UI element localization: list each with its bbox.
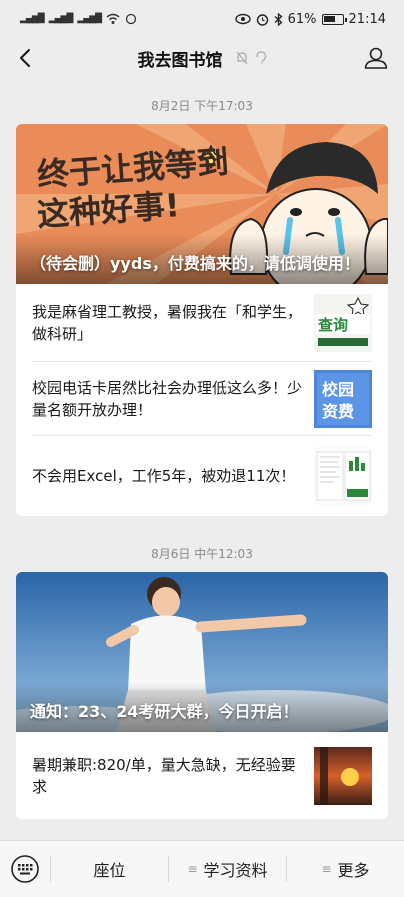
- thumbnail-text-line1: 校园: [322, 380, 354, 399]
- signal-icon: ▂▄▆█: [77, 14, 102, 24]
- menu-item-study-materials[interactable]: ≡ 学习资料: [169, 841, 286, 897]
- article-card: 终于让我等到 这种好事! （待会删）yyds，付费搞来的，请低调使用！ 我是麻省…: [16, 124, 388, 516]
- article-card: 通知：23、24考研大群，今日开启！ 暑期兼职:820/单，量大急缺，无经验要求: [16, 572, 388, 819]
- submenu-icon: ≡: [321, 862, 332, 876]
- signal-icon: ▂▄▆█: [20, 14, 45, 24]
- status-bar: ▂▄▆█ ▂▄▆█ ▂▄▆█ 61% 21:14: [0, 0, 404, 38]
- profile-icon[interactable]: [362, 44, 390, 72]
- submenu-icon: ≡: [187, 862, 198, 876]
- article-title: 暑期兼职:820/单，量大急缺，无经验要求: [32, 755, 296, 796]
- message-timestamp: 8月6日 中午12:03: [151, 547, 253, 561]
- message-timestamp: 8月2日 下午17:03: [151, 99, 253, 113]
- list-item[interactable]: 我是麻省理工教授，暑假我在「和学生，做科研」 查询: [16, 284, 388, 362]
- status-bar-left: ▂▄▆█ ▂▄▆█ ▂▄▆█: [20, 13, 137, 25]
- menu-item-label: 学习资料: [203, 861, 268, 880]
- battery-percent: 61%: [287, 11, 317, 27]
- battery-icon: [321, 13, 347, 25]
- article-thumbnail: 查询: [314, 294, 372, 352]
- article-thumbnail: 校园 资费: [314, 370, 372, 428]
- page-title: 我去图书馆: [137, 50, 223, 71]
- mute-bell-icon: [236, 51, 247, 65]
- back-button[interactable]: [10, 42, 40, 74]
- nav-bar: 我去图书馆: [0, 38, 404, 78]
- thumbnail-text-line2: 资费: [322, 402, 354, 421]
- menu-item-label: 座位: [93, 861, 126, 880]
- chevron-left-icon: [20, 49, 30, 67]
- article-title: 不会用Excel，工作5年，被劝退11次！: [32, 467, 296, 485]
- article-cover[interactable]: 终于让我等到 这种好事! （待会删）yyds，付费搞来的，请低调使用！: [16, 124, 388, 284]
- loading-icon: [125, 13, 137, 25]
- status-bar-right: 61% 21:14: [234, 11, 386, 27]
- article-thumbnail: [314, 746, 372, 805]
- wifi-icon: [106, 13, 120, 24]
- ear-icon: [255, 51, 266, 64]
- eye-icon: [234, 13, 251, 25]
- list-item[interactable]: 暑期兼职:820/单，量大急缺，无经验要求: [16, 732, 388, 819]
- keyboard-icon: [11, 855, 39, 883]
- cover-caption: （待会删）yyds，付费搞来的，请低调使用！: [30, 254, 360, 273]
- menu-item-seat[interactable]: 座位: [51, 841, 168, 897]
- cover-caption: 通知：23、24考研大群，今日开启！: [30, 702, 299, 721]
- menu-item-more[interactable]: ≡ 更多: [287, 841, 404, 897]
- list-item[interactable]: 校园电话卡居然比社会办理低这么多！少量名额开放办理！ 校园 资费: [16, 362, 388, 436]
- bottom-menu-bar: 座位 ≡ 学习资料 ≡ 更多: [0, 840, 404, 897]
- clock: 21:14: [348, 11, 386, 27]
- keyboard-toggle-button[interactable]: [0, 841, 50, 897]
- article-thumbnail: [314, 447, 372, 505]
- article-cover[interactable]: 通知：23、24考研大群，今日开启！: [16, 572, 388, 732]
- signal-5g-icon: ▂▄▆█: [48, 14, 74, 24]
- bluetooth-icon: [274, 12, 283, 26]
- alarm-icon: [256, 13, 268, 26]
- thumbnail-text: 查询: [318, 316, 348, 334]
- article-title: 我是麻省理工教授，暑假我在「和学生，做科研」: [32, 303, 303, 343]
- list-item[interactable]: 不会用Excel，工作5年，被劝退11次！: [16, 436, 388, 516]
- nav-status-icons: [235, 51, 267, 65]
- article-title: 校园电话卡居然比社会办理低这么多！少量名额开放办理！: [32, 379, 303, 419]
- menu-item-label: 更多: [337, 861, 370, 880]
